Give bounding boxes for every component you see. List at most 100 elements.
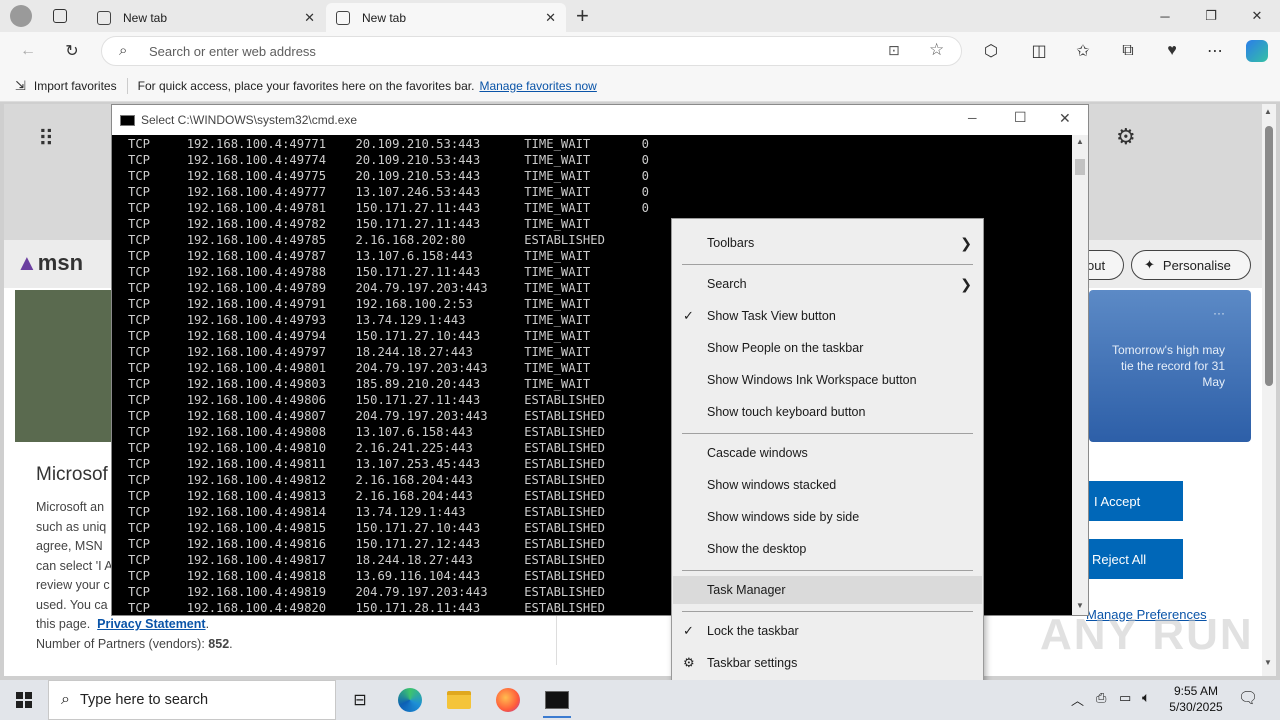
menu-item-lock-taskbar[interactable]: ✓ Lock the taskbar (673, 617, 982, 645)
address-placeholder: Search or enter web address (149, 43, 316, 59)
tab-newtab-2[interactable]: New tab ✕ (326, 3, 566, 32)
cmd-scroll-down-arrow[interactable]: ▼ (1076, 601, 1084, 610)
collections-icon[interactable]: ⧉ (1113, 36, 1143, 66)
firefox-taskbar-icon[interactable] (486, 682, 530, 718)
notifications-icon[interactable]: 🗨︎ (1238, 688, 1258, 708)
tab-newtab-1[interactable]: New tab ✕ (87, 3, 325, 32)
import-favorites-link[interactable]: Import favorites (34, 79, 117, 93)
new-tab-button[interactable]: + (576, 3, 589, 29)
cmd-close-button[interactable]: ✕ (1059, 110, 1071, 127)
taskbar-context-menu: Toolbars ❯ Search ❯ ✓ Show Task View button… (671, 218, 984, 688)
menu-label: Taskbar settings (707, 656, 798, 670)
close-window-button[interactable]: ✕ (1234, 0, 1280, 32)
menu-item-ink-workspace[interactable]: Show Windows Ink Workspace button (673, 366, 982, 394)
split-screen-icon[interactable]: ◫ (1024, 36, 1054, 66)
minimize-button[interactable]: ─ (1142, 0, 1188, 32)
menu-item-stacked[interactable]: Show windows stacked (673, 471, 982, 499)
taskbar-clock[interactable]: 9:55 AM 5/30/2025 (1160, 683, 1232, 715)
menu-separator (682, 433, 973, 434)
accept-button[interactable]: I Accept (1086, 481, 1183, 521)
show-hidden-icons-chevron[interactable]: ︿ (1071, 690, 1084, 709)
news-hero-image[interactable] (15, 290, 111, 442)
menu-item-taskbar-settings[interactable]: ⚙ Taskbar settings (673, 649, 982, 677)
tab-actions-icon[interactable] (53, 9, 67, 23)
firefox-icon (496, 688, 520, 712)
performance-icon[interactable]: ♥ (1157, 36, 1187, 66)
personalise-button[interactable]: ✦ Personalise (1131, 250, 1251, 280)
msn-logo[interactable]: ▲msn (16, 250, 83, 276)
menu-item-task-view[interactable]: ✓ Show Task View button (673, 302, 982, 330)
menu-label: Show touch keyboard button (707, 405, 866, 419)
scroll-down-arrow[interactable]: ▼ (1264, 658, 1272, 667)
cmd-scrollbar[interactable]: ▲ ▼ (1072, 135, 1088, 615)
network-icon[interactable]: ▭ (1119, 690, 1131, 706)
menu-item-people[interactable]: Show People on the taskbar (673, 334, 982, 362)
task-view-button[interactable]: ⊟ (338, 682, 382, 718)
cmd-scroll-thumb[interactable] (1075, 159, 1085, 175)
menu-label: Show Windows Ink Workspace button (707, 373, 917, 387)
consent-line: review your c (36, 578, 110, 592)
menu-item-task-manager[interactable]: Task Manager (673, 576, 982, 604)
volume-icon[interactable]: 🔈︎ (1142, 689, 1150, 706)
close-tab-icon[interactable]: ✕ (545, 10, 556, 26)
cmd-icon (545, 691, 569, 709)
device-icon[interactable]: ⎙ (1096, 690, 1106, 706)
copilot-icon[interactable] (1246, 40, 1268, 62)
edge-taskbar-icon[interactable] (388, 682, 432, 718)
consent-footer: this page. Privacy Statement. Number of … (36, 617, 233, 651)
cmd-title-text: Select C:\WINDOWS\system32\cmd.exe (141, 113, 358, 127)
menu-item-cascade[interactable]: Cascade windows (673, 439, 982, 467)
menu-item-side-by-side[interactable]: Show windows side by side (673, 503, 982, 531)
restore-button[interactable]: ❐ (1188, 0, 1234, 32)
scroll-up-arrow[interactable]: ▲ (1264, 107, 1272, 116)
refresh-button[interactable]: ↻ (57, 36, 87, 66)
immersive-reader-icon[interactable]: ⊡ (888, 42, 900, 59)
netstat-row: TCP 192.168.100.4:49781 150.171.27.11:44… (128, 201, 649, 215)
menu-label: Show People on the taskbar (707, 341, 864, 355)
extensions-icon[interactable]: ⬡ (976, 36, 1006, 66)
more-menu-icon[interactable]: ⋯ (1200, 36, 1230, 66)
back-button[interactable]: ← (13, 36, 43, 66)
search-icon: ⌕ (61, 691, 70, 708)
menu-separator (682, 570, 973, 571)
close-tab-icon[interactable]: ✕ (304, 10, 315, 26)
weather-more-icon[interactable]: ··· (1213, 306, 1225, 320)
consent-footer-text: this page. (36, 617, 91, 631)
favorites-divider (126, 77, 128, 94)
personalise-label: Personalise (1162, 257, 1231, 273)
page-scroll-thumb[interactable] (1265, 126, 1273, 386)
menu-item-touch-keyboard[interactable]: Show touch keyboard button (673, 398, 982, 426)
cmd-minimize-button[interactable]: ─ (968, 111, 977, 125)
menu-item-search[interactable]: Search ❯ (673, 270, 982, 298)
cmd-titlebar[interactable]: Select C:\WINDOWS\system32\cmd.exe ─ ☐ ✕ (112, 105, 1088, 135)
menu-item-toolbars[interactable]: Toolbars ❯ (673, 229, 982, 257)
page-icon (336, 10, 350, 25)
cmd-scroll-up-arrow[interactable]: ▲ (1076, 137, 1084, 146)
cmd-maximize-button[interactable]: ☐ (1014, 109, 1027, 126)
submenu-arrow-icon: ❯ (960, 234, 972, 251)
settings-gear-icon[interactable]: ⚙ (1116, 124, 1136, 150)
menu-label: Show the desktop (707, 542, 807, 556)
menu-separator (682, 264, 973, 265)
file-explorer-taskbar-icon[interactable] (437, 682, 481, 718)
profile-icon[interactable] (10, 5, 32, 27)
apps-grid-icon[interactable]: ⠿ (38, 126, 54, 152)
reject-all-button[interactable]: Reject All (1084, 539, 1183, 579)
privacy-statement-link[interactable]: Privacy Statement (97, 617, 205, 631)
netstat-row: TCP 192.168.100.4:49777 13.107.246.53:44… (128, 185, 649, 199)
netstat-row: TCP 192.168.100.4:49771 20.109.210.53:44… (128, 137, 649, 151)
menu-label: Show Task View button (707, 309, 836, 323)
taskbar-search-placeholder: Type here to search (79, 692, 209, 708)
accept-label: I Accept (1094, 493, 1141, 509)
favorites-icon[interactable]: ✩ (1068, 36, 1098, 66)
cmd-taskbar-icon[interactable] (535, 682, 579, 718)
manage-favorites-link[interactable]: Manage favorites now (479, 79, 596, 93)
gear-icon: ⚙ (683, 655, 695, 670)
search-icon: ⌕ (119, 42, 128, 59)
favorite-star-icon[interactable]: ☆ (929, 40, 944, 60)
menu-item-show-desktop[interactable]: Show the desktop (673, 535, 982, 563)
taskbar-search-box[interactable]: ⌕ Type here to search (48, 680, 336, 720)
tab-title: New tab (362, 10, 407, 25)
address-bar[interactable]: ⌕ Search or enter web address ⊡ ☆ (101, 36, 962, 66)
start-button[interactable] (0, 680, 48, 720)
